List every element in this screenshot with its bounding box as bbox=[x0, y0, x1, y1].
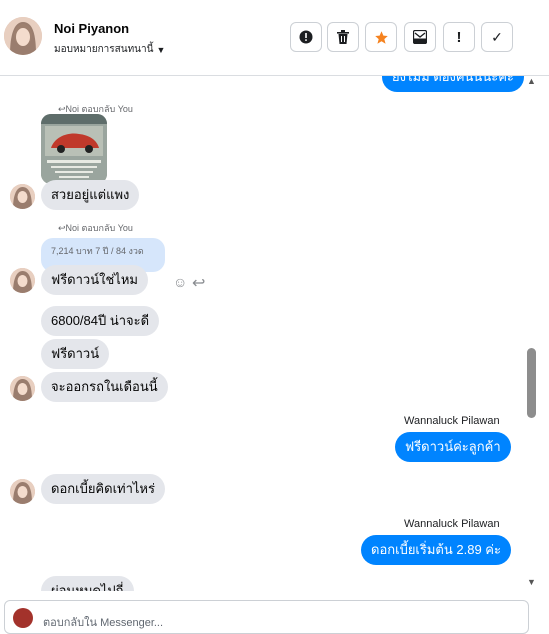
star-icon bbox=[374, 30, 388, 44]
contact-avatar bbox=[10, 376, 35, 401]
incoming-message: สวยอยู่แต่แพง bbox=[41, 180, 140, 210]
outgoing-message: ฟรีดาวน์ค่ะลูกค้า bbox=[395, 432, 511, 462]
incoming-message: ฟรีดาวน์ bbox=[41, 339, 110, 369]
outgoing-message: ยังไม่มี ต้องคนนี้นะคะ bbox=[382, 76, 524, 92]
contact-name[interactable]: Noi Piyanon bbox=[54, 21, 129, 36]
mark-spam-button[interactable]: ! bbox=[443, 22, 475, 52]
smiley-icon[interactable]: ☺ bbox=[173, 274, 187, 290]
conversation-header: Noi Piyanon มอบหมายการสนทนานี้ ▼ ! ✓ bbox=[0, 0, 549, 76]
alert-circle-icon bbox=[299, 30, 313, 44]
composer-placeholder: ตอบกลับใน Messenger... bbox=[43, 617, 164, 629]
scroll-up-arrow[interactable]: ▲ bbox=[527, 76, 536, 86]
incoming-message: 6800/84ปี น่าจะดี bbox=[41, 306, 160, 336]
scrollbar-thumb[interactable] bbox=[527, 348, 536, 418]
sender-name: Wannaluck Pilawan bbox=[404, 518, 500, 530]
scrollbar-track[interactable] bbox=[526, 76, 549, 591]
contact-avatar bbox=[10, 268, 35, 293]
star-button[interactable] bbox=[365, 22, 397, 52]
mark-done-button[interactable]: ✓ bbox=[481, 22, 513, 52]
incoming-message: ดอกเบี้ยคิดเท่าไหร่ bbox=[41, 474, 165, 504]
scroll-down-arrow[interactable]: ▼ bbox=[527, 577, 536, 587]
mail-archive-icon bbox=[413, 30, 427, 44]
page-avatar bbox=[13, 608, 33, 628]
assign-label: มอบหมายการสนทนานี้ bbox=[54, 44, 154, 55]
incoming-message: ผ่อนหมดไปกี่ bbox=[41, 576, 134, 591]
outgoing-message: ดอกเบี้ยเริ่มต้น 2.89 ค่ะ bbox=[361, 535, 511, 565]
reply-icon[interactable]: ↩ bbox=[192, 273, 205, 293]
move-to-inbox-button[interactable] bbox=[404, 22, 436, 52]
caret-down-icon: ▼ bbox=[156, 44, 166, 55]
report-button[interactable] bbox=[290, 22, 322, 52]
delete-button[interactable] bbox=[327, 22, 359, 52]
reply-composer[interactable]: ตอบกลับใน Messenger... bbox=[4, 600, 529, 634]
check-icon: ✓ bbox=[491, 28, 503, 45]
trash-icon bbox=[337, 30, 349, 44]
exclamation-icon: ! bbox=[456, 28, 462, 46]
assign-conversation-dropdown[interactable]: มอบหมายการสนทนานี้ ▼ bbox=[54, 42, 165, 57]
contact-avatar bbox=[10, 479, 35, 504]
message-thread[interactable]: ยังไม่มี ต้องคนนี้นะคะ ↩Noi ตอบกลับ You … bbox=[0, 76, 526, 591]
incoming-message: จะออกรถในเดือนนี้ bbox=[41, 372, 168, 402]
avatar[interactable] bbox=[4, 17, 42, 55]
sender-name: Wannaluck Pilawan bbox=[404, 415, 500, 427]
incoming-message: ฟรีดาวน์ใช่ไหม bbox=[41, 265, 148, 295]
contact-avatar bbox=[10, 184, 35, 209]
car-photo-attachment[interactable] bbox=[41, 114, 107, 184]
reply-indicator: ↩Noi ตอบกลับ You bbox=[58, 223, 133, 233]
